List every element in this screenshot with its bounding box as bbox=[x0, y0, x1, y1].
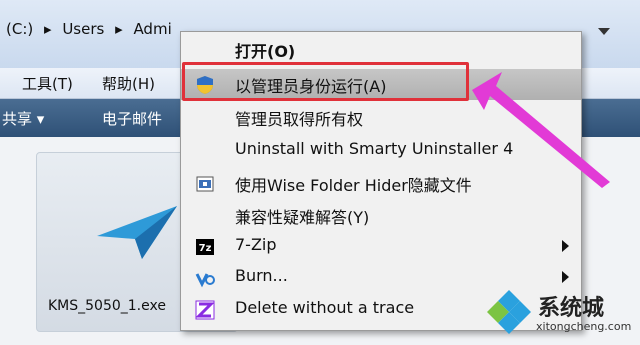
highlight-box bbox=[182, 62, 469, 101]
wise-folder-hider-icon bbox=[196, 176, 214, 192]
svg-text:7z: 7z bbox=[199, 243, 212, 254]
crumb-admin[interactable]: Admi bbox=[133, 20, 171, 38]
chevron-right-icon: ▸ bbox=[115, 20, 123, 38]
menu-item-compat-troubleshoot[interactable]: 兼容性疑难解答(Y) bbox=[181, 200, 581, 231]
brand-url: xitongcheng.com bbox=[536, 320, 632, 333]
burn-icon bbox=[195, 273, 215, 288]
7zip-icon: 7z bbox=[196, 239, 214, 255]
menu-tools[interactable]: 工具(T) bbox=[22, 73, 73, 94]
menu-item-open[interactable]: 打开(O) bbox=[181, 34, 581, 65]
file-name-label: KMS_5050_1.exe bbox=[48, 298, 166, 314]
brand-diamond-icon bbox=[487, 290, 531, 334]
crumb-users[interactable]: Users bbox=[62, 20, 104, 38]
submenu-arrow-icon bbox=[562, 271, 569, 283]
menu-help[interactable]: 帮助(H) bbox=[102, 73, 155, 94]
chevron-right-icon: ▸ bbox=[44, 20, 52, 38]
breadcrumb[interactable]: (C:) ▸ Users ▸ Admi bbox=[6, 20, 178, 38]
chevron-down-icon[interactable] bbox=[598, 28, 610, 35]
submenu-arrow-icon bbox=[562, 240, 569, 252]
paper-plane-icon bbox=[97, 206, 177, 259]
share-button[interactable]: 共享 ▾ bbox=[2, 108, 44, 129]
watermark-logo: 系统城 xitongcheng.com bbox=[486, 288, 636, 338]
menu-item-7zip[interactable]: 7z 7-Zip bbox=[181, 231, 581, 262]
delete-trace-icon bbox=[195, 300, 215, 320]
email-button[interactable]: 电子邮件 bbox=[102, 108, 162, 129]
brand-name: 系统城 bbox=[538, 296, 605, 321]
crumb-drive[interactable]: (C:) bbox=[6, 20, 33, 38]
pointer-arrow-icon bbox=[472, 72, 610, 188]
